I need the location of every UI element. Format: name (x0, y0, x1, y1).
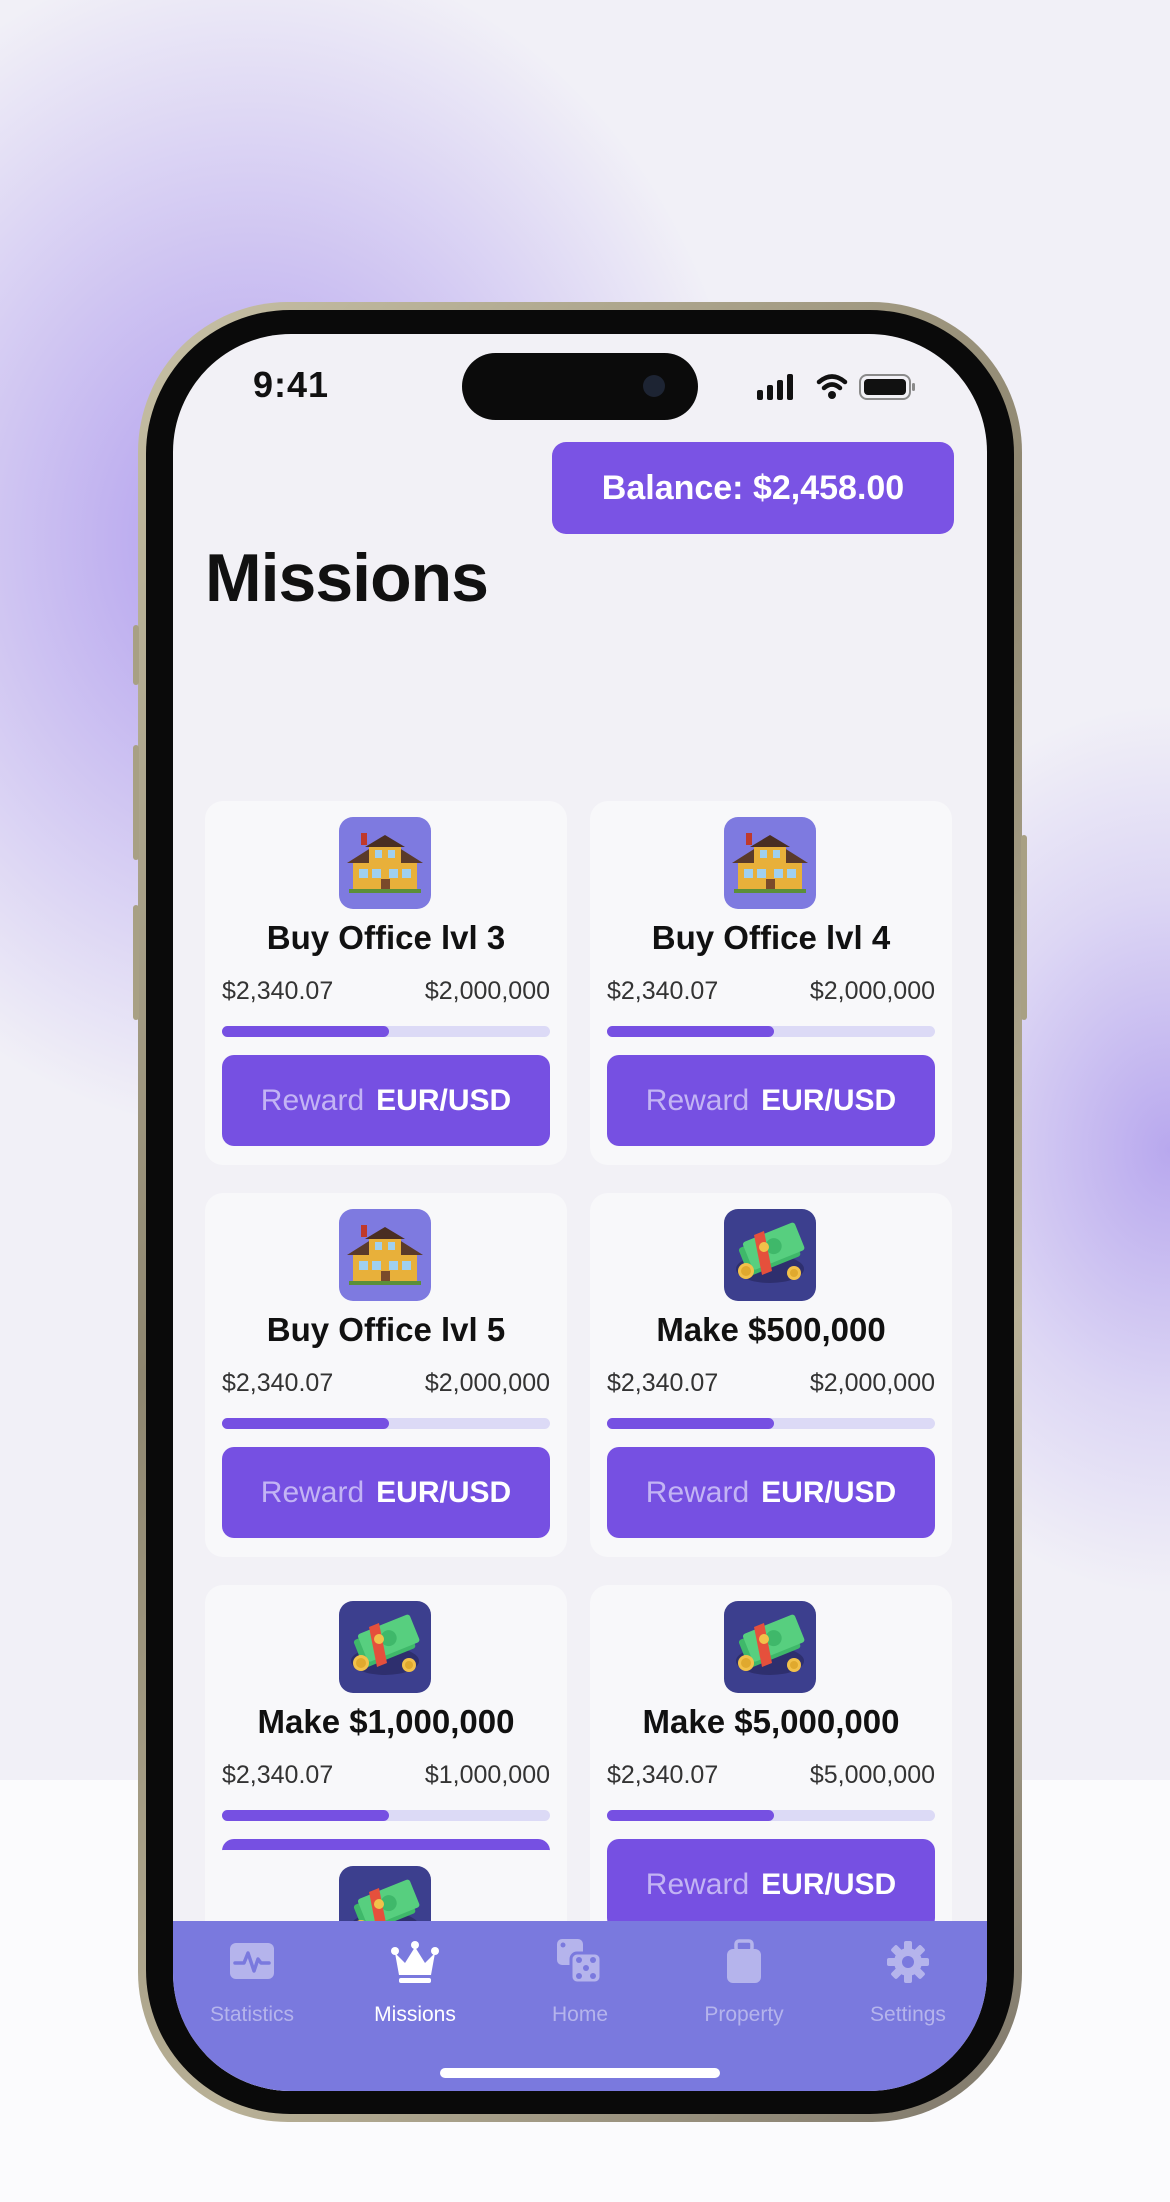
reward-value: EUR/USD (761, 1475, 897, 1509)
office-icon (339, 817, 431, 909)
dynamic-island (462, 353, 698, 420)
mission-title: Make $5,000,000 (642, 1703, 900, 1740)
mission-progress-bar (607, 1026, 935, 1037)
mission-card[interactable]: Buy Office lvl 4 $2,340.07 $2,000,000 Rewar… (590, 801, 952, 1165)
mission-target-amount: $2,000,000 (809, 977, 935, 1005)
reward-label: Reward (645, 1083, 750, 1117)
reward-value: EUR/USD (376, 1475, 512, 1509)
camera-icon (643, 375, 665, 397)
tab-label: Property (704, 2003, 784, 2026)
mission-target-amount: $2,000,000 (424, 1369, 550, 1397)
tab-statistics[interactable]: Statistics (177, 1937, 327, 2037)
mission-progress-fill (607, 1810, 775, 1821)
mission-title: Buy Office lvl 4 (651, 919, 891, 956)
reward-value: EUR/USD (376, 1083, 512, 1117)
reward-button[interactable]: Reward EUR/USD (607, 1055, 935, 1146)
mission-progress-bar (222, 1810, 550, 1821)
mission-progress-fill (222, 1418, 390, 1429)
reward-button[interactable]: Reward EUR/USD (222, 1055, 550, 1146)
mission-current-amount: $2,340.07 (607, 1369, 719, 1397)
mission-current-amount: $2,340.07 (607, 977, 719, 1005)
tab-label: Settings (870, 2003, 946, 2026)
tab-label: Statistics (209, 2003, 295, 2026)
mission-title: Buy Office lvl 3 (266, 919, 506, 956)
dice-icon (557, 1939, 603, 1985)
reward-button[interactable]: Reward EUR/USD (222, 1447, 550, 1538)
money-icon (724, 1601, 816, 1693)
status-time: 9:41 (253, 364, 330, 405)
tab-label: Missions (374, 2003, 456, 2026)
signal-wifi-battery-icon (757, 374, 915, 400)
page-title: Missions (205, 540, 489, 616)
mission-target-amount: $5,000,000 (809, 1761, 935, 1789)
crown-icon (391, 1941, 439, 1983)
phone-volume-down-button (133, 905, 139, 1020)
mission-progress-bar (607, 1810, 935, 1821)
mission-current-amount: $2,340.07 (222, 977, 334, 1005)
mission-progress-bar (222, 1026, 550, 1037)
balance-button[interactable]: Balance: $2,458.00 (552, 442, 954, 534)
phone-power-button (1021, 835, 1027, 1020)
reward-button[interactable]: Reward EUR/USD (607, 1839, 935, 1930)
home-indicator (440, 2068, 720, 2078)
briefcase-icon (727, 1939, 761, 1983)
reward-label: Reward (260, 1083, 365, 1117)
mission-target-amount: $2,000,000 (809, 1369, 935, 1397)
phone-volume-up-button (133, 745, 139, 860)
status-icons (757, 372, 947, 402)
reward-value: EUR/USD (761, 1867, 897, 1901)
phone-action-button (133, 625, 139, 685)
reward-label: Reward (260, 1475, 365, 1509)
mission-progress-fill (607, 1026, 775, 1037)
reward-label: Reward (645, 1475, 750, 1509)
mission-progress-bar (607, 1418, 935, 1429)
mission-card[interactable]: Buy Office lvl 5 $2,340.07 $2,000,000 Rewar… (205, 1193, 567, 1557)
mission-current-amount: $2,340.07 (607, 1761, 719, 1789)
tab-property[interactable]: Property (669, 1937, 819, 2037)
mission-current-amount: $2,340.07 (222, 1761, 334, 1789)
mission-current-amount: $2,340.07 (222, 1369, 334, 1397)
mission-progress-fill (222, 1810, 390, 1821)
tab-label: Home (551, 2003, 609, 2026)
reward-button[interactable]: Reward EUR/USD (607, 1447, 935, 1538)
tab-settings[interactable]: Settings (833, 1937, 983, 2037)
tab-home[interactable]: Home (505, 1937, 655, 2037)
mission-target-amount: $2,000,000 (424, 977, 550, 1005)
mission-progress-fill (222, 1026, 390, 1037)
tab-bar: Statistics Missions Home Property Settin… (173, 1921, 987, 2091)
office-icon (724, 817, 816, 909)
money-icon (339, 1601, 431, 1693)
reward-value: EUR/USD (761, 1083, 897, 1117)
mission-progress-bar (222, 1418, 550, 1429)
mission-card[interactable]: Make $5,000,000 $2,340.07 $5,000,000 Reward… (590, 1585, 952, 1949)
app-screen: 9:41 Balance: $2,458.00 Missions Buy Off… (173, 334, 987, 2091)
mission-progress-fill (607, 1418, 775, 1429)
mission-title: Make $1,000,000 (257, 1703, 515, 1740)
money-icon (724, 1209, 816, 1301)
office-icon (339, 1209, 431, 1301)
mission-title: Make $500,000 (656, 1311, 886, 1348)
tab-missions[interactable]: Missions (340, 1937, 490, 2037)
reward-label: Reward (645, 1867, 750, 1901)
mission-card[interactable]: Buy Office lvl 3 $2,340.07 $2,000,000 Rewar… (205, 801, 567, 1165)
gear-icon (887, 1941, 929, 1983)
mission-card[interactable]: Make $500,000 $2,340.07 $2,000,000 Reward EU… (590, 1193, 952, 1557)
mission-title: Buy Office lvl 5 (266, 1311, 506, 1348)
mission-target-amount: $1,000,000 (424, 1761, 550, 1789)
statistics-icon (230, 1943, 274, 1979)
